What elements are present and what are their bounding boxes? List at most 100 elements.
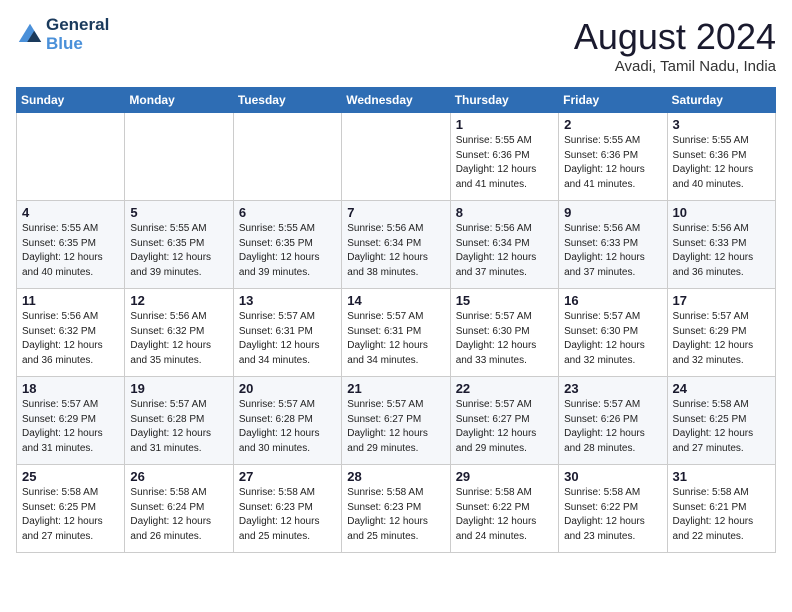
logo: General Blue: [16, 16, 109, 53]
weekday-header-friday: Friday: [559, 88, 667, 113]
day-number: 14: [347, 293, 444, 308]
day-info: Sunrise: 5:57 AM Sunset: 6:28 PM Dayligh…: [239, 398, 336, 456]
calendar-cell: 13 Sunrise: 5:57 AM Sunset: 6:31 PM Dayli…: [233, 289, 341, 377]
day-info: Sunrise: 5:57 AM Sunset: 6:30 PM Dayligh…: [456, 310, 553, 368]
day-number: 5: [130, 205, 227, 220]
calendar-cell: 20 Sunrise: 5:57 AM Sunset: 6:28 PM Dayli…: [233, 377, 341, 465]
calendar-week-3: 11Sunrise: 5:56 AM Sunset: 6:32 PM Dayli…: [17, 289, 776, 377]
day-number: 31: [673, 469, 770, 484]
day-info: Sunrise: 5:57 AM Sunset: 6:30 PM Dayligh…: [564, 310, 661, 368]
weekday-header-saturday: Saturday: [667, 88, 775, 113]
day-number: 6: [239, 205, 336, 220]
day-info: Sunrise: 5:57 AM Sunset: 6:31 PM Dayligh…: [239, 310, 336, 368]
calendar-cell: [342, 113, 450, 201]
calendar-cell: 11Sunrise: 5:56 AM Sunset: 6:32 PM Dayli…: [17, 289, 125, 377]
day-number: 29: [456, 469, 553, 484]
calendar-cell: 4 Sunrise: 5:55 AM Sunset: 6:35 PM Daylig…: [17, 201, 125, 289]
day-info: Sunrise: 5:58 AM Sunset: 6:23 PM Dayligh…: [239, 486, 336, 544]
day-info: Sunrise: 5:58 AM Sunset: 6:21 PM Dayligh…: [673, 486, 770, 544]
day-info: Sunrise: 5:55 AM Sunset: 6:35 PM Dayligh…: [239, 222, 336, 280]
calendar-cell: 24 Sunrise: 5:58 AM Sunset: 6:25 PM Dayli…: [667, 377, 775, 465]
calendar-cell: 12 Sunrise: 5:56 AM Sunset: 6:32 PM Dayli…: [125, 289, 233, 377]
calendar-body: 1Sunrise: 5:55 AM Sunset: 6:36 PM Daylig…: [17, 113, 776, 553]
calendar-cell: 23Sunrise: 5:57 AM Sunset: 6:26 PM Dayli…: [559, 377, 667, 465]
day-number: 20: [239, 381, 336, 396]
day-number: 16: [564, 293, 661, 308]
day-info: Sunrise: 5:58 AM Sunset: 6:23 PM Dayligh…: [347, 486, 444, 544]
day-info: Sunrise: 5:56 AM Sunset: 6:32 PM Dayligh…: [130, 310, 227, 368]
calendar-cell: 10 Sunrise: 5:56 AM Sunset: 6:33 PM Dayli…: [667, 201, 775, 289]
day-number: 27: [239, 469, 336, 484]
calendar-cell: 27 Sunrise: 5:58 AM Sunset: 6:23 PM Dayli…: [233, 465, 341, 553]
day-info: Sunrise: 5:58 AM Sunset: 6:24 PM Dayligh…: [130, 486, 227, 544]
calendar-cell: [233, 113, 341, 201]
day-info: Sunrise: 5:55 AM Sunset: 6:36 PM Dayligh…: [564, 134, 661, 192]
day-info: Sunrise: 5:57 AM Sunset: 6:29 PM Dayligh…: [673, 310, 770, 368]
weekday-header-row: SundayMondayTuesdayWednesdayThursdayFrid…: [17, 88, 776, 113]
day-number: 19: [130, 381, 227, 396]
day-info: Sunrise: 5:56 AM Sunset: 6:34 PM Dayligh…: [347, 222, 444, 280]
calendar-cell: 17Sunrise: 5:57 AM Sunset: 6:29 PM Dayli…: [667, 289, 775, 377]
day-number: 9: [564, 205, 661, 220]
calendar-cell: 25 Sunrise: 5:58 AM Sunset: 6:25 PM Dayli…: [17, 465, 125, 553]
day-number: 13: [239, 293, 336, 308]
day-number: 8: [456, 205, 553, 220]
calendar-cell: 9 Sunrise: 5:56 AM Sunset: 6:33 PM Daylig…: [559, 201, 667, 289]
day-number: 22: [456, 381, 553, 396]
day-number: 28: [347, 469, 444, 484]
calendar-week-4: 18 Sunrise: 5:57 AM Sunset: 6:29 PM Dayli…: [17, 377, 776, 465]
day-number: 18: [22, 381, 119, 396]
logo-text-general: General: [46, 16, 109, 35]
day-number: 21: [347, 381, 444, 396]
calendar-cell: 28 Sunrise: 5:58 AM Sunset: 6:23 PM Dayli…: [342, 465, 450, 553]
calendar-cell: 3Sunrise: 5:55 AM Sunset: 6:36 PM Daylig…: [667, 113, 775, 201]
calendar-cell: 5 Sunrise: 5:55 AM Sunset: 6:35 PM Daylig…: [125, 201, 233, 289]
calendar-week-2: 4 Sunrise: 5:55 AM Sunset: 6:35 PM Daylig…: [17, 201, 776, 289]
calendar-cell: 1Sunrise: 5:55 AM Sunset: 6:36 PM Daylig…: [450, 113, 558, 201]
day-info: Sunrise: 5:58 AM Sunset: 6:25 PM Dayligh…: [673, 398, 770, 456]
title-block: August 2024 Avadi, Tamil Nadu, India: [574, 16, 776, 75]
calendar-cell: 18 Sunrise: 5:57 AM Sunset: 6:29 PM Dayli…: [17, 377, 125, 465]
day-info: Sunrise: 5:56 AM Sunset: 6:33 PM Dayligh…: [673, 222, 770, 280]
day-info: Sunrise: 5:55 AM Sunset: 6:35 PM Dayligh…: [22, 222, 119, 280]
calendar-cell: 19 Sunrise: 5:57 AM Sunset: 6:28 PM Dayli…: [125, 377, 233, 465]
day-info: Sunrise: 5:57 AM Sunset: 6:31 PM Dayligh…: [347, 310, 444, 368]
calendar-cell: 14 Sunrise: 5:57 AM Sunset: 6:31 PM Dayli…: [342, 289, 450, 377]
day-info: Sunrise: 5:57 AM Sunset: 6:28 PM Dayligh…: [130, 398, 227, 456]
day-number: 24: [673, 381, 770, 396]
day-info: Sunrise: 5:56 AM Sunset: 6:34 PM Dayligh…: [456, 222, 553, 280]
day-info: Sunrise: 5:56 AM Sunset: 6:32 PM Dayligh…: [22, 310, 119, 368]
calendar-table: SundayMondayTuesdayWednesdayThursdayFrid…: [16, 87, 776, 553]
calendar-cell: 16 Sunrise: 5:57 AM Sunset: 6:30 PM Dayli…: [559, 289, 667, 377]
calendar-cell: 7 Sunrise: 5:56 AM Sunset: 6:34 PM Daylig…: [342, 201, 450, 289]
day-info: Sunrise: 5:58 AM Sunset: 6:22 PM Dayligh…: [564, 486, 661, 544]
weekday-header-sunday: Sunday: [17, 88, 125, 113]
calendar-cell: 2Sunrise: 5:55 AM Sunset: 6:36 PM Daylig…: [559, 113, 667, 201]
calendar-cell: 30Sunrise: 5:58 AM Sunset: 6:22 PM Dayli…: [559, 465, 667, 553]
calendar-cell: 31 Sunrise: 5:58 AM Sunset: 6:21 PM Dayli…: [667, 465, 775, 553]
day-number: 4: [22, 205, 119, 220]
day-info: Sunrise: 5:55 AM Sunset: 6:35 PM Dayligh…: [130, 222, 227, 280]
calendar-cell: 8 Sunrise: 5:56 AM Sunset: 6:34 PM Daylig…: [450, 201, 558, 289]
page-header: General Blue August 2024 Avadi, Tamil Na…: [16, 16, 776, 75]
day-number: 7: [347, 205, 444, 220]
day-info: Sunrise: 5:57 AM Sunset: 6:29 PM Dayligh…: [22, 398, 119, 456]
day-info: Sunrise: 5:56 AM Sunset: 6:33 PM Dayligh…: [564, 222, 661, 280]
main-title: August 2024: [574, 16, 776, 58]
day-number: 10: [673, 205, 770, 220]
day-number: 25: [22, 469, 119, 484]
calendar-header: SundayMondayTuesdayWednesdayThursdayFrid…: [17, 88, 776, 113]
logo-icon: [16, 21, 44, 49]
weekday-header-wednesday: Wednesday: [342, 88, 450, 113]
day-number: 12: [130, 293, 227, 308]
day-info: Sunrise: 5:57 AM Sunset: 6:27 PM Dayligh…: [456, 398, 553, 456]
calendar-cell: [125, 113, 233, 201]
day-number: 26: [130, 469, 227, 484]
logo-text-blue: Blue: [46, 35, 109, 54]
day-info: Sunrise: 5:58 AM Sunset: 6:22 PM Dayligh…: [456, 486, 553, 544]
day-info: Sunrise: 5:58 AM Sunset: 6:25 PM Dayligh…: [22, 486, 119, 544]
calendar-cell: [17, 113, 125, 201]
calendar-week-5: 25 Sunrise: 5:58 AM Sunset: 6:25 PM Dayli…: [17, 465, 776, 553]
weekday-header-tuesday: Tuesday: [233, 88, 341, 113]
day-number: 15: [456, 293, 553, 308]
